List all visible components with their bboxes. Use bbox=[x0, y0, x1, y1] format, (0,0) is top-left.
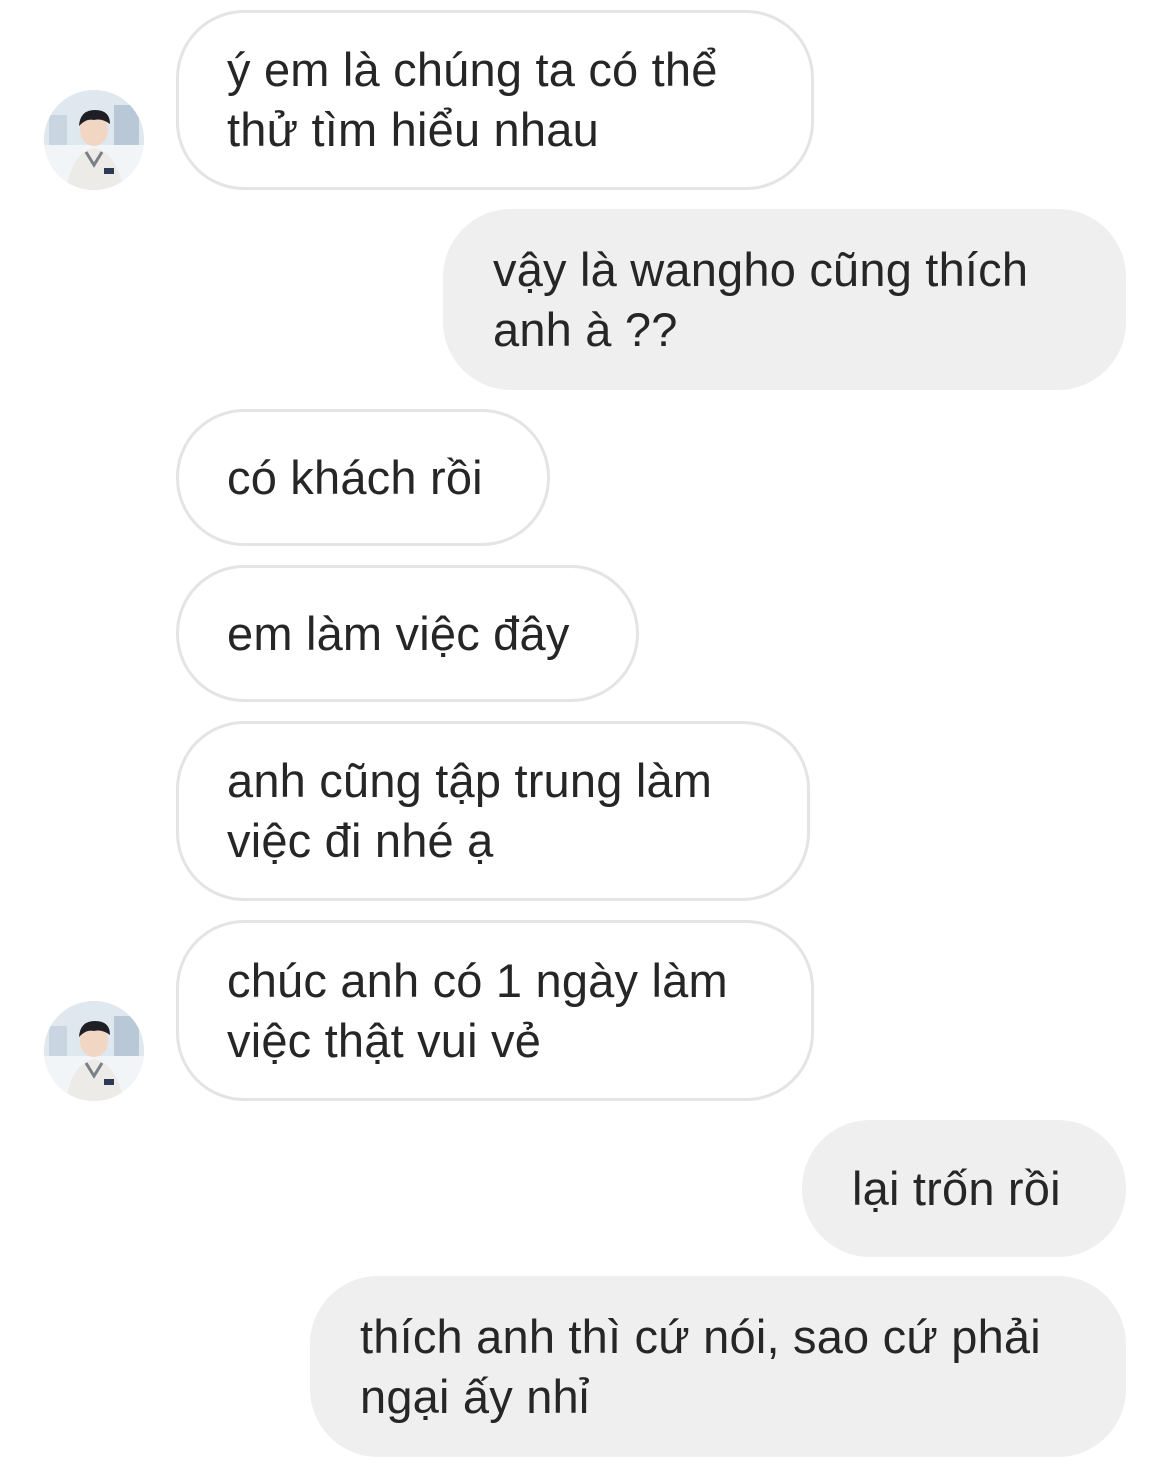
message-text: ý em là chúng ta có thể thử tìm hiểu nha… bbox=[227, 43, 718, 156]
avatar-photo-icon bbox=[44, 90, 144, 190]
message-bubble-incoming[interactable]: chúc anh có 1 ngày làm việc thật vui vẻ bbox=[176, 920, 814, 1101]
message-text: em làm việc đây bbox=[227, 606, 570, 660]
message-text: anh cũng tập trung làm việc đi nhé ạ bbox=[227, 754, 713, 867]
message-bubble-incoming[interactable]: anh cũng tập trung làm việc đi nhé ạ bbox=[176, 721, 810, 901]
message-bubble-incoming[interactable]: ý em là chúng ta có thể thử tìm hiểu nha… bbox=[176, 10, 814, 190]
message-text: có khách rồi bbox=[227, 450, 483, 504]
message-text: chúc anh có 1 ngày làm việc thật vui vẻ bbox=[227, 953, 728, 1067]
message-bubble-outgoing[interactable]: thích anh thì cứ nói, sao cứ phải ngại ấ… bbox=[310, 1276, 1126, 1457]
contact-avatar[interactable] bbox=[44, 1001, 144, 1101]
message-text: thích anh thì cứ nói, sao cứ phải ngại ấ… bbox=[360, 1309, 1041, 1423]
message-text: vậy là wangho cũng thích anh à ?? bbox=[493, 242, 1029, 356]
message-text: lại trốn rồi bbox=[852, 1161, 1061, 1215]
message-bubble-incoming[interactable]: em làm việc đây bbox=[176, 565, 639, 702]
message-thread: ý em là chúng ta có thể thử tìm hiểu nha… bbox=[0, 0, 1170, 1475]
message-bubble-incoming[interactable]: có khách rồi bbox=[176, 409, 550, 546]
avatar-photo-icon bbox=[44, 1001, 144, 1101]
message-bubble-outgoing[interactable]: vậy là wangho cũng thích anh à ?? bbox=[443, 209, 1126, 390]
contact-avatar[interactable] bbox=[44, 90, 144, 190]
message-bubble-outgoing[interactable]: lại trốn rồi bbox=[802, 1120, 1126, 1257]
